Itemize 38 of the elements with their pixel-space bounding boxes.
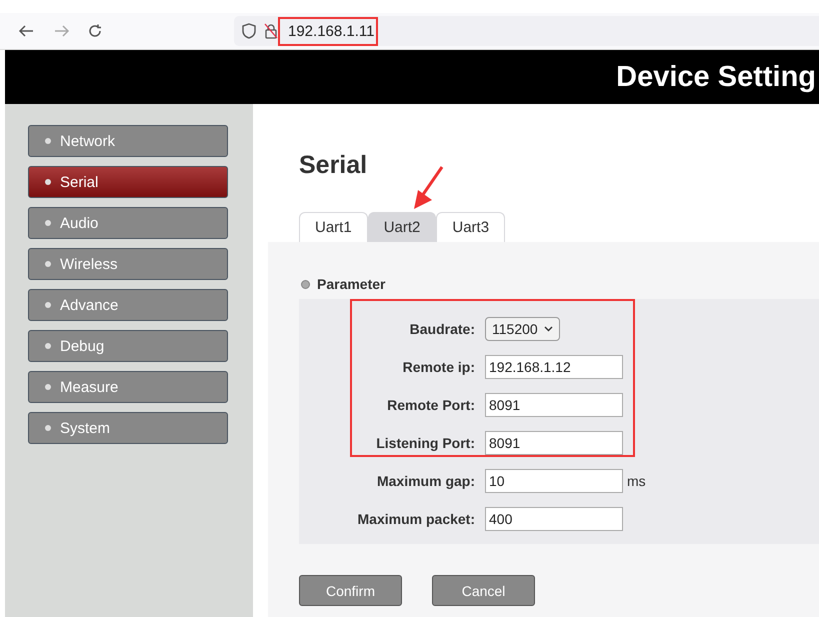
tab[interactable]: Uart1 [299,212,368,242]
input-field[interactable]: 8091 [485,431,623,455]
sidebar-item[interactable]: Serial [28,166,228,198]
bullet-icon [301,280,310,288]
reload-icon[interactable] [88,24,102,38]
input-field[interactable]: 8091 [485,393,623,417]
sidebar-item[interactable]: Network [28,125,228,157]
lock-icon[interactable] [264,23,278,39]
address-bar[interactable]: 192.168.1.11 [234,16,819,46]
back-icon[interactable] [18,24,34,38]
field-label: Maximum gap: [376,473,475,489]
dropdown[interactable]: 115200 [485,317,560,341]
sidebar-item[interactable]: Wireless [28,248,228,280]
address-text[interactable]: 192.168.1.11 [288,22,374,40]
section-title: Parameter [317,276,386,292]
field-label: Remote ip: [402,359,475,375]
page-title: Serial [299,151,368,181]
input-field[interactable]: 400 [485,507,623,531]
field-label: Listening Port: [375,435,475,451]
sidebar-item[interactable]: System [28,412,228,444]
unit-label: ms [627,473,646,489]
field-label: Remote Port: [386,397,475,413]
field-label: Maximum packet: [356,511,475,527]
tab[interactable]: Uart3 [436,212,506,242]
action-button[interactable]: Cancel [432,575,535,606]
sidebar-item[interactable]: Measure [28,371,228,403]
action-button[interactable]: Confirm [299,575,402,606]
field-label: Baudrate: [408,321,475,337]
sidebar-item[interactable]: Audio [28,207,228,239]
header-title: Device Setting [616,60,816,94]
sidebar-item[interactable]: Debug [28,330,228,362]
shield-icon[interactable] [242,23,256,39]
caret-icon [544,326,553,332]
dropdown-value: 115200 [492,321,538,337]
tab[interactable]: Uart2 [368,212,436,242]
input-field[interactable]: 192.168.1.12 [485,355,623,379]
sidebar-item[interactable]: Advance [28,289,228,321]
input-field[interactable]: 10 [485,469,623,493]
